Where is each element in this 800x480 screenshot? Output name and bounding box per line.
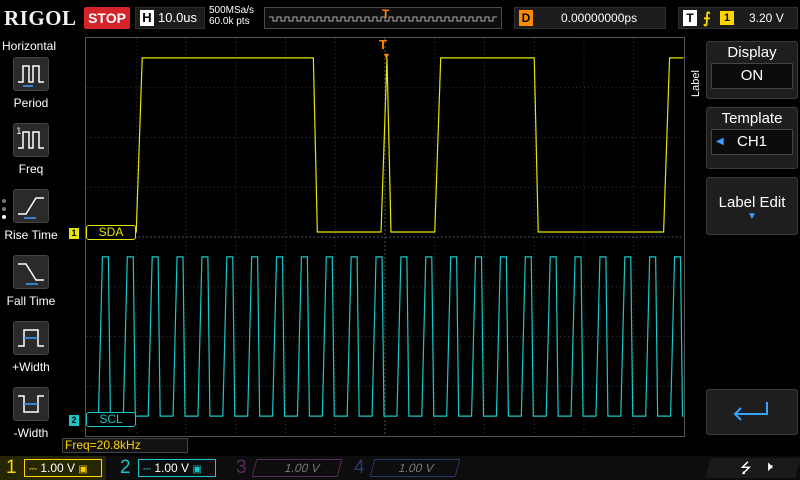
template-select[interactable]: Template ◀ CH1 [706, 107, 798, 169]
template-value: ◀ CH1 [711, 129, 793, 155]
timebase-value: 10.0us [158, 10, 198, 25]
run-stop-indicator[interactable]: STOP [84, 7, 130, 29]
display-value: ON [711, 63, 793, 89]
measure-neg-width-button[interactable]: -Width [0, 387, 62, 453]
svg-text:1: 1 [16, 127, 22, 137]
fall-time-icon [13, 255, 49, 289]
freq-label: Freq [18, 162, 44, 176]
period-icon [13, 57, 49, 91]
dc-coupling-icon: ⎓ [143, 464, 151, 475]
memory-trigger-marker-icon: T [382, 7, 390, 21]
rising-edge-icon: ⨍ [703, 10, 711, 27]
trigger-position-marker-icon[interactable]: T [379, 37, 387, 52]
ch1-status[interactable]: 1 ⎓ 1.00 V ▣ [0, 456, 106, 480]
freq-icon: 1 [13, 123, 49, 157]
ch3-scale-box: 1.00 V [251, 459, 343, 477]
ch3-number: 3 [236, 457, 247, 478]
ch3-scale: 1.00 V [283, 461, 322, 475]
trigger-letter: T [683, 10, 697, 26]
display-heading: Display [727, 44, 777, 61]
frequency-measurement: Freq=20.8kHz [62, 438, 188, 453]
display-toggle[interactable]: Display ON [706, 41, 798, 99]
label-tab-text: Label [690, 70, 702, 97]
ch2-label: SCL [86, 412, 136, 427]
pos-width-label: +Width [12, 360, 50, 374]
ch2-offset-marker[interactable]: 2 [69, 415, 79, 426]
fall-time-label: Fall Time [6, 294, 56, 308]
horizontal-measure-menu: Horizontal Period 1 Freq Rise Time Fall … [0, 37, 62, 457]
rise-time-icon [13, 189, 49, 223]
trigger-level: 3.20 V [749, 11, 784, 25]
measure-pos-width-button[interactable]: +Width [0, 321, 62, 387]
graticule [86, 38, 684, 436]
ch4-number: 4 [354, 457, 365, 478]
delay-letter: D [519, 10, 533, 26]
trigger-source: 1 [720, 11, 734, 25]
measure-freq-button[interactable]: 1 Freq [0, 123, 62, 189]
measure-period-button[interactable]: Period [0, 57, 62, 123]
brand-logo: RIGOL [4, 6, 77, 30]
ch4-scale-box: 1.00 V [369, 459, 461, 477]
label-menu-tab: Label [688, 37, 704, 137]
trigger-box[interactable]: T ⨍ 1 3.20 V [678, 7, 798, 29]
memory-depth: 60.0k pts [209, 16, 250, 27]
ch1-label: SDA [86, 225, 136, 240]
timebase-box[interactable]: H 10.0us [135, 7, 205, 29]
ch2-status[interactable]: 2 ⎓ 1.00 V ▣ [114, 456, 220, 480]
ch1-bw-icon: ▣ [78, 464, 88, 475]
menu-title: Horizontal [2, 39, 57, 53]
oscilloscope-screen: RIGOL STOP H 10.0us 500MSa/s 60.0k pts T… [0, 0, 800, 480]
label-edit-button[interactable]: Label Edit ▼ [706, 177, 798, 235]
menu-page-dots-icon [2, 199, 8, 223]
label-menu: Label Display ON Template ◀ CH1 Label Ed… [688, 37, 800, 457]
speaker-muted-icon[interactable]: 🕨 [764, 458, 773, 475]
label-edit-text: Label Edit [718, 194, 786, 211]
system-status-box [705, 458, 800, 478]
return-button[interactable] [706, 389, 798, 435]
ch1-scale: 1.00 V [40, 461, 76, 475]
trigger-arrow-icon: ▼ [382, 51, 391, 61]
ch4-status[interactable]: 4 1.00 V [348, 456, 461, 480]
rise-time-label: Rise Time [4, 228, 58, 242]
ch1-number: 1 [6, 457, 17, 478]
submenu-arrow-icon: ▼ [747, 211, 757, 222]
ch4-scale: 1.00 V [397, 461, 436, 475]
sample-rate: 500MSa/s [209, 5, 255, 16]
dc-coupling-icon: ⎓ [29, 464, 37, 475]
timebase-letter: H [140, 10, 154, 26]
ch2-scale: 1.00 V [154, 461, 190, 475]
memory-overview: T [264, 7, 502, 29]
acquisition-info: 500MSa/s 60.0k pts [209, 5, 254, 27]
waveform-display [85, 37, 685, 437]
ch2-scale-box: ⎓ 1.00 V ▣ [138, 459, 216, 477]
ch3-status[interactable]: 3 1.00 V [230, 456, 343, 480]
return-arrow-icon [733, 402, 768, 421]
template-heading: Template [721, 110, 783, 127]
ch1-offset-marker[interactable]: 1 [69, 228, 79, 239]
top-status-bar: RIGOL STOP H 10.0us 500MSa/s 60.0k pts T… [0, 0, 800, 37]
neg-width-label: -Width [13, 426, 49, 440]
measure-fall-time-button[interactable]: Fall Time [0, 255, 62, 321]
delay-box[interactable]: D 0.00000000ps [514, 7, 666, 29]
pos-width-icon [13, 321, 49, 355]
select-arrow-icon: ◀ [716, 136, 724, 147]
period-label: Period [13, 96, 49, 110]
channel-status-bar: 1 ⎓ 1.00 V ▣ 2 ⎓ 1.00 V ▣ 3 1.00 V 4 1.0… [0, 456, 800, 480]
neg-width-icon [13, 387, 49, 421]
template-value-text: CH1 [736, 133, 767, 150]
usb-icon: ⭍ [740, 460, 752, 476]
ch1-scale-box: ⎓ 1.00 V ▣ [24, 459, 102, 477]
ch2-bw-icon: ▣ [192, 464, 202, 475]
ch2-number: 2 [120, 457, 131, 478]
delay-value: 0.00000000ps [561, 11, 638, 25]
measure-rise-time-button[interactable]: Rise Time [0, 189, 62, 255]
